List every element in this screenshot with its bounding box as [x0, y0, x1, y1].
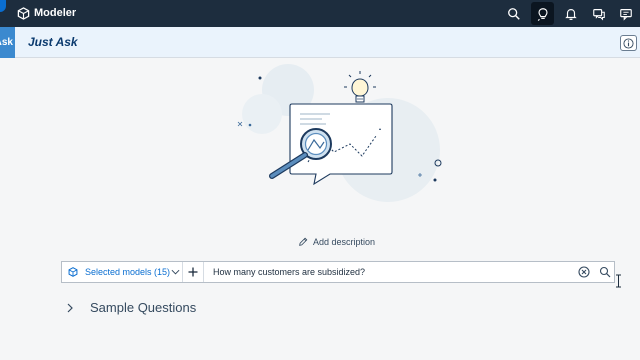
sample-questions-toggle[interactable]: Sample Questions: [66, 300, 196, 315]
page-title: Just Ask: [28, 35, 78, 49]
pencil-icon: [299, 237, 308, 246]
app-title: Modeler: [34, 7, 77, 19]
feedback-icon: [592, 8, 605, 21]
messages-button[interactable]: [614, 2, 637, 25]
chevron-right-icon: [67, 303, 73, 312]
just-ask-icon: [537, 7, 548, 21]
info-button[interactable]: [620, 35, 637, 51]
app-cube-icon: [17, 7, 30, 20]
add-model-button[interactable]: [183, 262, 204, 282]
add-icon: [188, 267, 198, 277]
notifications-button[interactable]: [559, 2, 582, 25]
search-icon[interactable]: [599, 266, 611, 278]
ask-search-bar: Selected models (15) How many customers …: [61, 261, 615, 283]
magnifier-lightbulb-chart-illustration: [237, 64, 442, 202]
info-icon: [623, 37, 634, 49]
cube-icon: [68, 267, 78, 277]
just-ask-button[interactable]: [531, 2, 554, 25]
clear-icon[interactable]: [578, 266, 590, 278]
sub-header: Ask Just Ask: [0, 27, 640, 58]
selected-models-label: Selected models (15): [85, 267, 171, 277]
selected-models-dropdown[interactable]: Selected models (15): [62, 262, 183, 282]
ask-tab[interactable]: Ask: [0, 27, 15, 58]
search-icon: [507, 7, 520, 20]
text-cursor-icon: [616, 274, 621, 288]
shell-bar: Modeler: [0, 0, 640, 27]
notifications-icon: [564, 8, 577, 20]
ask-tab-label: Ask: [0, 37, 13, 48]
home-icon[interactable]: [0, 0, 6, 12]
add-description-label: Add description: [313, 237, 376, 247]
feedback-button[interactable]: [587, 2, 610, 25]
sample-questions-label: Sample Questions: [90, 300, 197, 315]
question-input[interactable]: How many customers are subsidized?: [213, 262, 365, 282]
chevron-down-icon: [171, 269, 180, 275]
messages-icon: [619, 8, 632, 21]
add-description-link[interactable]: Add description: [298, 237, 375, 247]
search-button[interactable]: [502, 2, 525, 25]
